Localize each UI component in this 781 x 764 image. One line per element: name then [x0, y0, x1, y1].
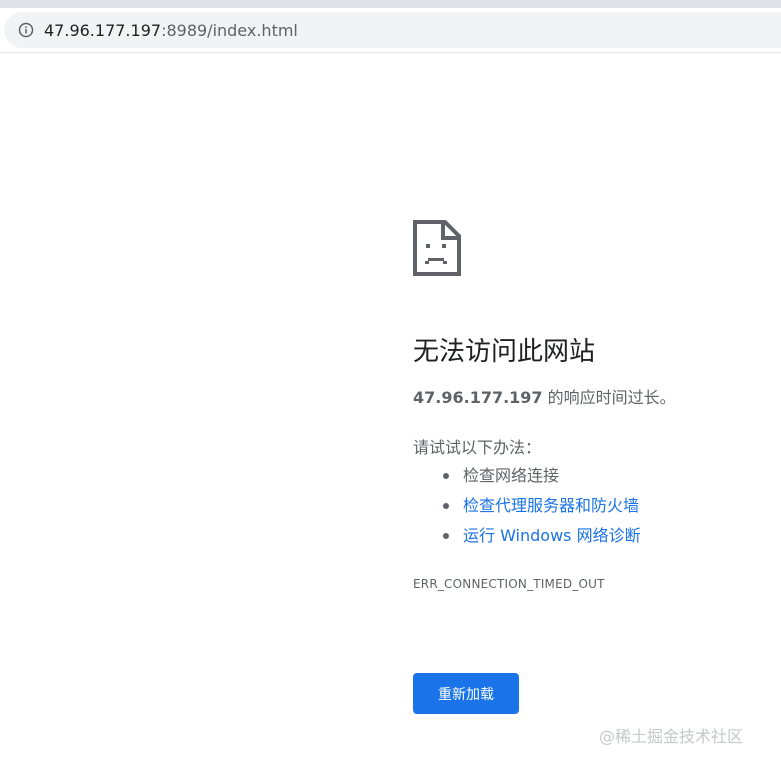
network-diagnostics-link[interactable]: 运行 Windows 网络诊断: [463, 526, 641, 545]
url-path: :8989/index.html: [161, 20, 298, 40]
error-summary: 47.96.177.197 的响应时间过长。: [413, 388, 773, 408]
suggestions-list: 检查网络连接 检查代理服务器和防火墙 运行 Windows 网络诊断: [413, 466, 773, 546]
summary-text: 的响应时间过长。: [542, 388, 676, 407]
page-title: 无法访问此网站: [413, 337, 596, 367]
suggestion-label: 检查网络连接: [463, 466, 560, 485]
suggestion-check-network: 检查网络连接: [443, 466, 773, 486]
sad-page-icon: [413, 220, 461, 276]
info-icon[interactable]: [18, 22, 34, 38]
url-text[interactable]: 47.96.177.197:8989/index.html: [44, 21, 298, 40]
suggestion-network-diagnostics: 运行 Windows 网络诊断: [443, 526, 773, 546]
summary-host: 47.96.177.197: [413, 388, 543, 407]
reload-button[interactable]: 重新加载: [413, 673, 519, 714]
browser-top-strip: [0, 0, 781, 8]
suggestion-check-proxy: 检查代理服务器和防火墙: [443, 496, 773, 516]
bullet-icon: [443, 473, 449, 479]
bullet-icon: [443, 503, 449, 509]
address-bar[interactable]: 47.96.177.197:8989/index.html: [4, 12, 781, 48]
bullet-icon: [443, 533, 449, 539]
watermark: @稀土掘金技术社区: [599, 727, 744, 746]
error-code: ERR_CONNECTION_TIMED_OUT: [413, 577, 605, 591]
toolbar-divider: [0, 52, 781, 53]
url-host: 47.96.177.197: [44, 20, 162, 40]
error-content: 无法访问此网站 47.96.177.197 的响应时间过长。 请试试以下办法： …: [413, 220, 773, 591]
check-proxy-link[interactable]: 检查代理服务器和防火墙: [463, 496, 639, 515]
suggestions-title: 请试试以下办法：: [413, 438, 542, 457]
